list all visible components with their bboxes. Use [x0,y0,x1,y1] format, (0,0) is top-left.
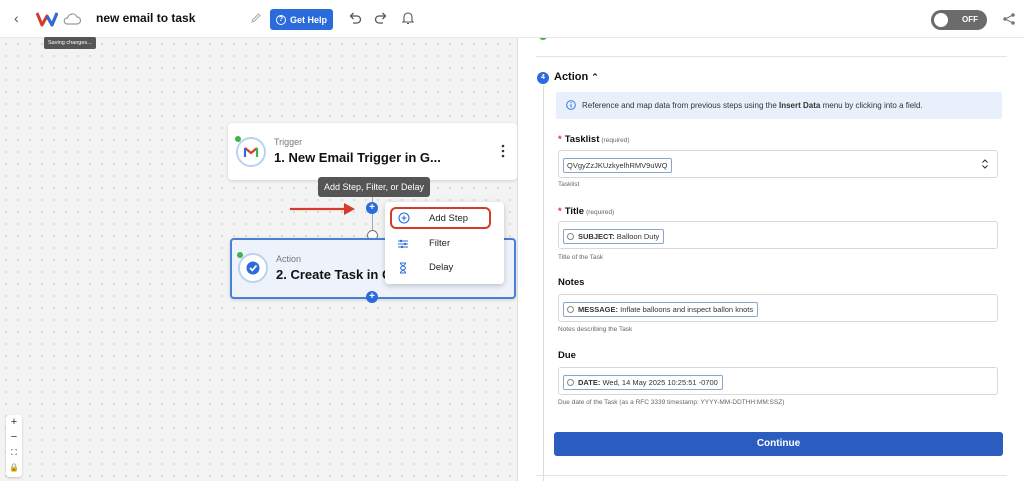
lock-button[interactable]: 🔒 [6,460,22,475]
required-star: * [558,206,562,217]
date-data-pill[interactable]: DATE: Wed, 14 May 2025 10:25:51 -0700 [563,375,723,390]
pill-value: Inflate balloons and inspect ballon knot… [620,305,754,314]
zoom-in-button[interactable]: + [6,415,22,430]
get-help-button[interactable]: ? Get Help [270,9,333,30]
filter-icon [398,239,408,249]
data-pill-icon [567,306,574,313]
tasklist-value: QVgyZzJKUzkyelhRMV9uWQ [567,161,668,170]
menu-item-label: Add Step [429,213,469,224]
toggle-label: OFF [962,15,978,24]
due-hint: Due date of the Task (as a RFC 3339 time… [558,399,785,406]
add-step-plus-button-bottom[interactable]: + [366,291,378,303]
trigger-kind-label: Trigger [274,137,303,147]
pill-key: SUBJECT: [578,232,615,241]
menu-item-label: Delay [429,262,454,273]
message-data-pill[interactable]: MESSAGE: Inflate balloons and inspect ba… [563,302,759,317]
workflow-title[interactable]: new email to task [96,11,195,25]
data-pill-icon [567,379,574,386]
required-note: (required) [586,209,615,216]
title-field[interactable]: SUBJECT: Balloon Duty [558,221,998,249]
google-tasks-icon [238,253,268,283]
action-title: 2. Create Task in G [276,267,393,282]
delay-icon [399,262,407,274]
due-label: Due [558,350,576,361]
toggle-knob [934,13,948,27]
info-text-part: menu by clicking into a field. [820,101,923,110]
workflow-canvas[interactable]: Trigger 1. New Email Trigger in G... Add… [0,38,517,481]
add-step-icon [398,212,410,224]
divider [536,475,1007,476]
notes-hint: Notes describing the Task [558,326,633,333]
info-text-part: Reference and map data from previous ste… [582,101,779,110]
step-number-badge: 4 [537,72,549,84]
app-logo-icon[interactable] [36,11,58,27]
pencil-icon[interactable] [250,12,262,24]
due-field[interactable]: DATE: Wed, 14 May 2025 10:25:51 -0700 [558,367,998,395]
pill-value: Wed, 14 May 2025 10:25:51 -0700 [602,378,718,387]
tasklist-label: * Tasklist (required) [558,134,630,145]
step-title: Action [554,71,589,83]
select-arrows-icon [982,159,988,169]
pill-key: MESSAGE: [578,305,619,314]
chevron-up-icon: ⌃ [591,72,599,82]
step-timeline-line [543,86,544,481]
tasklist-label-text: Tasklist [564,134,600,145]
action-kind-label: Action [276,254,302,264]
title-label: * Title (required) [558,206,614,217]
title-label-text: Title [564,206,585,217]
red-arrow-annotation [290,203,355,215]
get-help-label: Get Help [289,14,327,25]
zoom-controls: + − ⛶ 🔒 [6,415,22,477]
zoom-out-button[interactable]: − [6,430,22,445]
data-pill-icon [567,233,574,240]
pill-value: Balloon Duty [616,232,660,241]
status-dot [235,136,241,142]
share-icon[interactable] [1002,12,1016,26]
tasklist-select[interactable]: QVgyZzJKUzkyelhRMV9uWQ [558,150,998,178]
notes-field[interactable]: MESSAGE: Inflate balloons and inspect ba… [558,294,998,322]
menu-item-filter[interactable]: Filter [385,232,504,256]
info-banner: Reference and map data from previous ste… [556,92,1002,119]
fit-view-button[interactable]: ⛶ [6,445,22,460]
gmail-icon [236,137,266,167]
required-note: (required) [601,137,630,144]
continue-button[interactable]: Continue [554,432,1003,456]
cloud-icon [63,13,81,25]
workflow-on-off-toggle[interactable]: OFF [931,10,987,30]
divider [536,56,1007,57]
required-star: * [558,134,562,145]
redo-icon[interactable] [374,12,388,24]
add-step-menu: Add Step Filter Delay [385,202,504,284]
trigger-node[interactable]: Trigger 1. New Email Trigger in G... [228,123,517,180]
step-config-panel: 4 Action ⌃ Reference and map data from p… [517,36,1024,481]
menu-item-delay[interactable]: Delay [385,256,504,280]
info-icon [566,100,576,110]
notes-label: Notes [558,277,585,288]
top-bar: ‹ new email to task ? Get Help OFF [0,0,1024,38]
question-icon: ? [275,14,286,25]
add-step-tooltip: Add Step, Filter, or Delay [318,177,431,197]
bell-icon[interactable] [402,11,414,25]
step-section-header[interactable]: Action ⌃ [554,71,599,83]
saving-tooltip: Saving changes... [44,37,96,49]
title-hint: Title of the Task [558,254,604,261]
insert-data-emphasis: Insert Data [779,101,821,110]
pill-key: DATE: [578,378,601,387]
menu-item-label: Filter [429,238,451,249]
status-dot [237,252,243,258]
add-step-plus-button[interactable]: + [366,202,378,214]
back-chevron-icon[interactable]: ‹ [14,10,19,26]
more-options-icon[interactable] [501,144,505,158]
undo-icon[interactable] [348,12,362,24]
menu-item-add-step[interactable]: Add Step [390,207,491,229]
subject-data-pill[interactable]: SUBJECT: Balloon Duty [563,229,665,244]
trigger-title: 1. New Email Trigger in G... [274,150,441,165]
tasklist-hint: Tasklist [558,181,580,188]
tasklist-value-pill[interactable]: QVgyZzJKUzkyelhRMV9uWQ [563,158,673,173]
